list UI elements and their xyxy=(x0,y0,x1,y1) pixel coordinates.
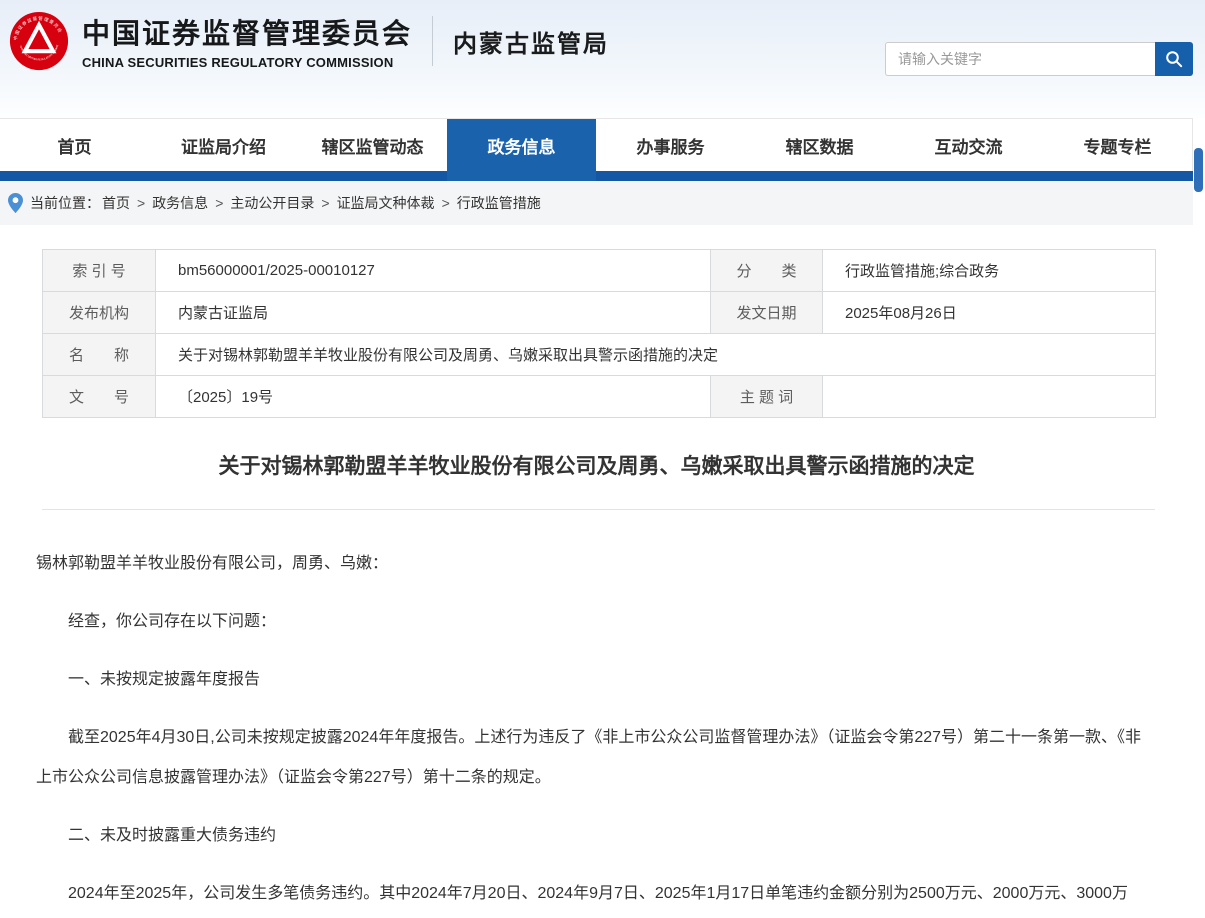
index-number-value: bm56000001/2025-00010127 xyxy=(156,250,711,292)
article-title: 关于对锡林郭勒盟羊羊牧业股份有限公司及周勇、乌嫩采取出具警示函措施的决定 xyxy=(42,452,1151,482)
category-label: 分 类 xyxy=(711,250,823,292)
article-paragraph: 经查，你公司存在以下问题： xyxy=(36,602,1147,642)
document-content: 索 引 号 bm56000001/2025-00010127 分 类 行政监管措… xyxy=(0,249,1193,914)
issue-date-label: 发文日期 xyxy=(711,292,823,334)
issue-date-value: 2025年08月26日 xyxy=(823,292,1156,334)
document-info-table: 索 引 号 bm56000001/2025-00010127 分 类 行政监管措… xyxy=(42,249,1156,418)
article-paragraph: 2024年至2025年，公司发生多笔债务违约。其中2024年7月20日、2024… xyxy=(36,874,1147,914)
search-icon xyxy=(1165,50,1183,68)
brand-divider xyxy=(432,16,433,66)
doc-number-value: 〔2025〕19号 xyxy=(156,376,711,418)
breadcrumb-link-government-info[interactable]: 政务信息 xyxy=(152,193,208,213)
breadcrumb-prefix: 当前位置： xyxy=(30,193,100,213)
breadcrumb-link-home[interactable]: 首页 xyxy=(102,193,130,213)
org-name-cn: 中国证券监督管理委员会 xyxy=(82,12,412,52)
nav-item-regional-regulation-news[interactable]: 辖区监管动态 xyxy=(298,119,447,171)
doc-name-label: 名 称 xyxy=(43,334,156,376)
title-divider xyxy=(42,509,1155,510)
nav-item-regional-data[interactable]: 辖区数据 xyxy=(745,119,894,171)
site-header: 中国证券监督管理委员会 CHINA SECURITIES REGULATORY … xyxy=(0,0,1205,118)
search-input[interactable] xyxy=(885,42,1155,76)
breadcrumb-separator: > xyxy=(442,195,450,211)
article-body: 锡林郭勒盟羊羊牧业股份有限公司，周勇、乌嫩： 经查，你公司存在以下问题： 一、未… xyxy=(36,544,1147,914)
nav-item-bureau-intro[interactable]: 证监局介绍 xyxy=(149,119,298,171)
brand-text: 中国证券监督管理委员会 CHINA SECURITIES REGULATORY … xyxy=(82,12,412,70)
table-row: 索 引 号 bm56000001/2025-00010127 分 类 行政监管措… xyxy=(43,250,1156,292)
table-row: 文 号 〔2025〕19号 主 题 词 xyxy=(43,376,1156,418)
org-name-en: CHINA SECURITIES REGULATORY COMMISSION xyxy=(82,55,412,70)
breadcrumb-separator: > xyxy=(321,195,329,211)
brand: 中国证券监督管理委员会 CHINA SECURITIES REGULATORY … xyxy=(8,10,609,72)
breadcrumb-link-public-directory[interactable]: 主动公开目录 xyxy=(230,193,314,213)
bureau-name: 内蒙古监管局 xyxy=(453,24,609,59)
category-value: 行政监管措施;综合政务 xyxy=(823,250,1156,292)
subject-words-label: 主 题 词 xyxy=(711,376,823,418)
breadcrumb-separator: > xyxy=(215,195,223,211)
article-paragraph: 锡林郭勒盟羊羊牧业股份有限公司，周勇、乌嫩： xyxy=(36,544,1147,584)
nav-item-government-info[interactable]: 政务信息 xyxy=(447,119,596,171)
table-row: 名 称 关于对锡林郭勒盟羊羊牧业股份有限公司及周勇、乌嫩采取出具警示函措施的决定 xyxy=(43,334,1156,376)
csrc-logo-icon: 中国证券监督管理委员会 CHINA SECURITIES REGULATORY … xyxy=(8,10,70,72)
publisher-value: 内蒙古证监局 xyxy=(156,292,711,334)
breadcrumb: 当前位置： 首页 > 政务信息 > 主动公开目录 > 证监局文种体裁 > 行政监… xyxy=(0,181,1193,225)
breadcrumb-link-admin-measures[interactable]: 行政监管措施 xyxy=(457,193,541,213)
doc-name-value: 关于对锡林郭勒盟羊羊牧业股份有限公司及周勇、乌嫩采取出具警示函措施的决定 xyxy=(156,334,1156,376)
doc-number-label: 文 号 xyxy=(43,376,156,418)
nav-item-services[interactable]: 办事服务 xyxy=(596,119,745,171)
page: 中国证券监督管理委员会 CHINA SECURITIES REGULATORY … xyxy=(0,0,1205,918)
search-button[interactable] xyxy=(1155,42,1193,76)
publisher-label: 发布机构 xyxy=(43,292,156,334)
table-row: 发布机构 内蒙古证监局 发文日期 2025年08月26日 xyxy=(43,292,1156,334)
breadcrumb-link-document-types[interactable]: 证监局文种体裁 xyxy=(337,193,435,213)
article-paragraph: 一、未按规定披露年度报告 xyxy=(36,660,1147,700)
nav-item-home[interactable]: 首页 xyxy=(0,119,149,171)
main-nav: 首页 证监局介绍 辖区监管动态 政务信息 办事服务 辖区数据 互动交流 专题专栏 xyxy=(0,118,1193,171)
nav-item-special-topics[interactable]: 专题专栏 xyxy=(1043,119,1192,171)
nav-item-interaction[interactable]: 互动交流 xyxy=(894,119,1043,171)
index-number-label: 索 引 号 xyxy=(43,250,156,292)
location-pin-icon xyxy=(8,193,23,213)
breadcrumb-separator: > xyxy=(137,195,145,211)
article-paragraph: 截至2025年4月30日,公司未按规定披露2024年年度报告。上述行为违反了《非… xyxy=(36,718,1147,798)
article-paragraph: 二、未及时披露重大债务违约 xyxy=(36,816,1147,856)
subject-words-value xyxy=(823,376,1156,418)
scrollbar-thumb[interactable] xyxy=(1194,148,1203,192)
search-bar xyxy=(885,42,1193,76)
nav-bottom-strip xyxy=(0,171,1193,181)
